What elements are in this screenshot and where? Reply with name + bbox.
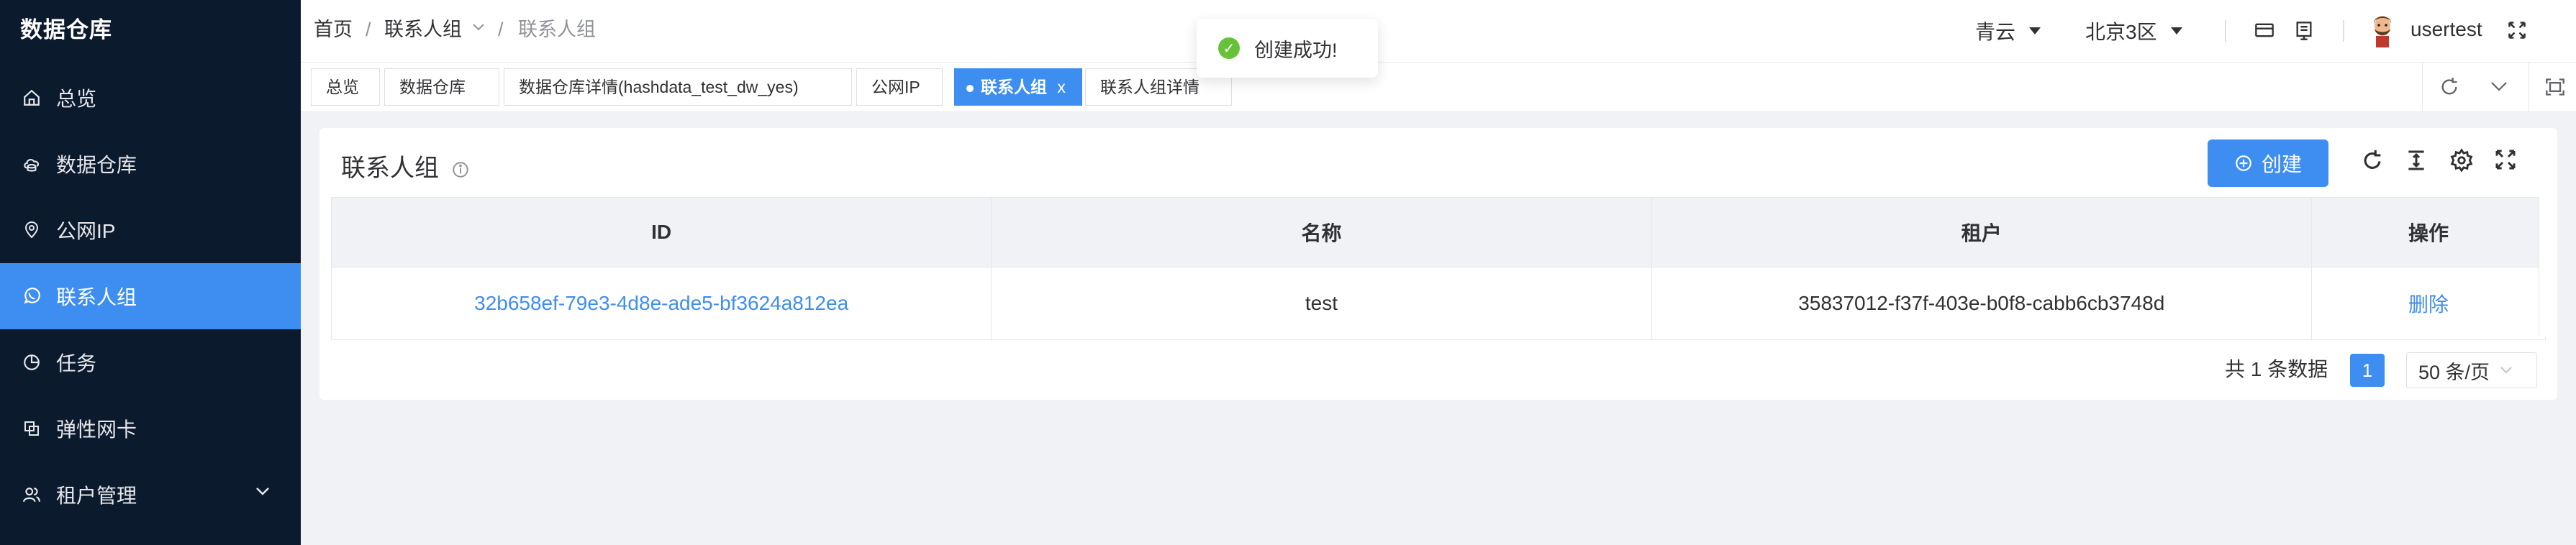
breadcrumb-current: 联系人组 xyxy=(518,19,596,40)
page-size-select[interactable]: 50 条/页 xyxy=(2406,352,2537,388)
sidebar: 数据仓库 总览 数据仓库 公网IP 联系人组 任务 弹性网卡 租户管理 xyxy=(0,0,301,545)
create-button-label: 创建 xyxy=(2261,153,2302,175)
column-header-id[interactable]: ID xyxy=(330,197,992,267)
sidebar-item-tasks[interactable]: 任务 xyxy=(0,329,301,395)
tab-label: 数据仓库 xyxy=(399,78,466,96)
sidebar-item-overview[interactable]: 总览 xyxy=(0,65,301,131)
header-divider xyxy=(2343,20,2344,42)
sidebar-item-label: 公网IP xyxy=(56,220,116,242)
tab-label: 联系人组 xyxy=(981,78,1047,96)
contact-group-table: ID 名称 租户 操作 32b658ef-79e3-4d8e-ade5-bf36… xyxy=(330,197,2546,340)
tab-label: 联系人组详情 xyxy=(1100,78,1199,96)
tab-overview[interactable]: 总览 xyxy=(311,68,380,106)
tab-contact-group[interactable]: 联系人组 x xyxy=(954,68,1082,106)
users-icon xyxy=(22,485,42,505)
tab-data-warehouse[interactable]: 数据仓库 xyxy=(384,68,499,106)
table-scrollbar-track[interactable] xyxy=(2539,197,2546,336)
refresh-tab-icon[interactable] xyxy=(2439,77,2459,97)
billing-card-icon[interactable] xyxy=(2254,20,2275,40)
delete-button[interactable]: 删除 xyxy=(2310,267,2546,340)
caret-down-icon xyxy=(2028,27,2041,35)
chevron-down-icon xyxy=(2500,366,2513,375)
toast-message: 创建成功! xyxy=(1254,39,1338,61)
region-select-value: 北京3区 xyxy=(2085,21,2157,43)
table-row: 32b658ef-79e3-4d8e-ade5-bf3624a812ea tes… xyxy=(330,267,2546,340)
pie-chart-icon xyxy=(22,352,42,372)
whatsapp-chat-icon xyxy=(22,286,42,306)
sidebar-item-label: 数据仓库 xyxy=(56,154,137,176)
plus-circle-icon xyxy=(2234,154,2253,173)
page-size-value: 50 条/页 xyxy=(2418,361,2490,383)
sidebar-item-label: 租户管理 xyxy=(56,485,137,507)
copy-cards-icon xyxy=(22,418,42,439)
success-check-icon: ✓ xyxy=(1218,37,1240,59)
breadcrumb-separator: / xyxy=(366,19,371,40)
row-name: test xyxy=(991,267,1652,340)
tab-data-warehouse-detail[interactable]: 数据仓库详情(hashdata_test_dw_yes) xyxy=(504,68,852,106)
tab-label: 数据仓库详情(hashdata_test_dw_yes) xyxy=(519,78,799,96)
tab-bar: 总览 数据仓库 数据仓库详情(hashdata_test_dw_yes) 公网I… xyxy=(301,63,2576,112)
settings-gear-icon[interactable] xyxy=(2449,148,2474,173)
pagination-page-number: 1 xyxy=(2362,359,2373,381)
sidebar-item-tenant-management[interactable]: 租户管理 xyxy=(0,462,301,528)
column-height-icon[interactable] xyxy=(2405,148,2428,173)
fullscreen-icon[interactable] xyxy=(2507,20,2527,40)
chevron-down-icon[interactable] xyxy=(255,486,271,496)
refresh-icon[interactable] xyxy=(2360,148,2385,173)
pagination-page-1[interactable]: 1 xyxy=(2350,354,2385,387)
tab-label: 公网IP xyxy=(871,78,920,96)
sidebar-item-label: 联系人组 xyxy=(56,286,137,308)
sidebar-item-contact-group[interactable]: 联系人组 xyxy=(0,263,301,329)
document-icon[interactable] xyxy=(2294,20,2314,42)
info-icon[interactable] xyxy=(451,160,470,179)
pagination-total: 共 1 条数据 xyxy=(2225,358,2328,380)
success-toast: ✓ 创建成功! xyxy=(1197,19,1378,78)
page-title: 联系人组 xyxy=(341,148,470,183)
sidebar-item-label: 总览 xyxy=(56,88,97,110)
active-dot-icon xyxy=(966,84,974,92)
contact-group-panel: 联系人组 创建 ID 名称 租户 操作 32b658ef-79e3-4d8e-a… xyxy=(319,128,2557,400)
sidebar-item-public-ip[interactable]: 公网IP xyxy=(0,197,301,263)
table-header-row: ID 名称 租户 操作 xyxy=(330,197,2546,267)
chevron-down-icon[interactable] xyxy=(2490,80,2508,93)
fullscreen-expand-icon[interactable] xyxy=(2494,148,2517,171)
sidebar-item-label: 任务 xyxy=(56,352,97,375)
row-id-link[interactable]: 32b658ef-79e3-4d8e-ade5-bf3624a812ea xyxy=(330,267,992,340)
tab-public-ip[interactable]: 公网IP xyxy=(856,68,943,106)
maximize-icon[interactable] xyxy=(2544,77,2566,97)
column-header-actions: 操作 xyxy=(2310,197,2546,267)
home-icon xyxy=(22,88,42,108)
create-button[interactable]: 创建 xyxy=(2208,139,2328,187)
breadcrumb-section[interactable]: 联系人组 xyxy=(384,0,462,62)
page-title-text: 联系人组 xyxy=(341,155,439,182)
cloud-select[interactable]: 青云 xyxy=(1975,0,2041,62)
row-tenant: 35837012-f37f-403e-b0f8-cabb6cb3748d xyxy=(1651,267,2312,340)
avatar[interactable] xyxy=(2366,12,2399,47)
tab-bar-divider xyxy=(2422,63,2423,111)
column-header-name[interactable]: 名称 xyxy=(991,197,1652,267)
breadcrumb-separator: / xyxy=(498,19,504,40)
top-header: 首页 / 联系人组 / 联系人组 青云 北京3区 usertest xyxy=(301,0,2576,63)
sidebar-item-elastic-nic[interactable]: 弹性网卡 xyxy=(0,395,301,462)
breadcrumb-home[interactable]: 首页 xyxy=(314,0,353,62)
sidebar-item-label: 弹性网卡 xyxy=(56,418,137,441)
caret-down-icon xyxy=(2170,27,2183,35)
location-pin-icon xyxy=(22,220,42,240)
column-header-tenant[interactable]: 租户 xyxy=(1651,197,2312,267)
cloud-select-value: 青云 xyxy=(1975,21,2016,43)
cloud-database-icon xyxy=(22,154,42,174)
breadcrumb-chevron-down-icon[interactable] xyxy=(472,23,485,32)
header-divider xyxy=(2225,20,2226,42)
tab-label: 总览 xyxy=(326,78,359,96)
sidebar-item-data-warehouse[interactable]: 数据仓库 xyxy=(0,131,301,197)
username[interactable]: usertest xyxy=(2411,0,2482,62)
app-title: 数据仓库 xyxy=(20,17,112,42)
tab-close-icon[interactable]: x xyxy=(1057,78,1066,96)
region-select[interactable]: 北京3区 xyxy=(2085,0,2183,62)
